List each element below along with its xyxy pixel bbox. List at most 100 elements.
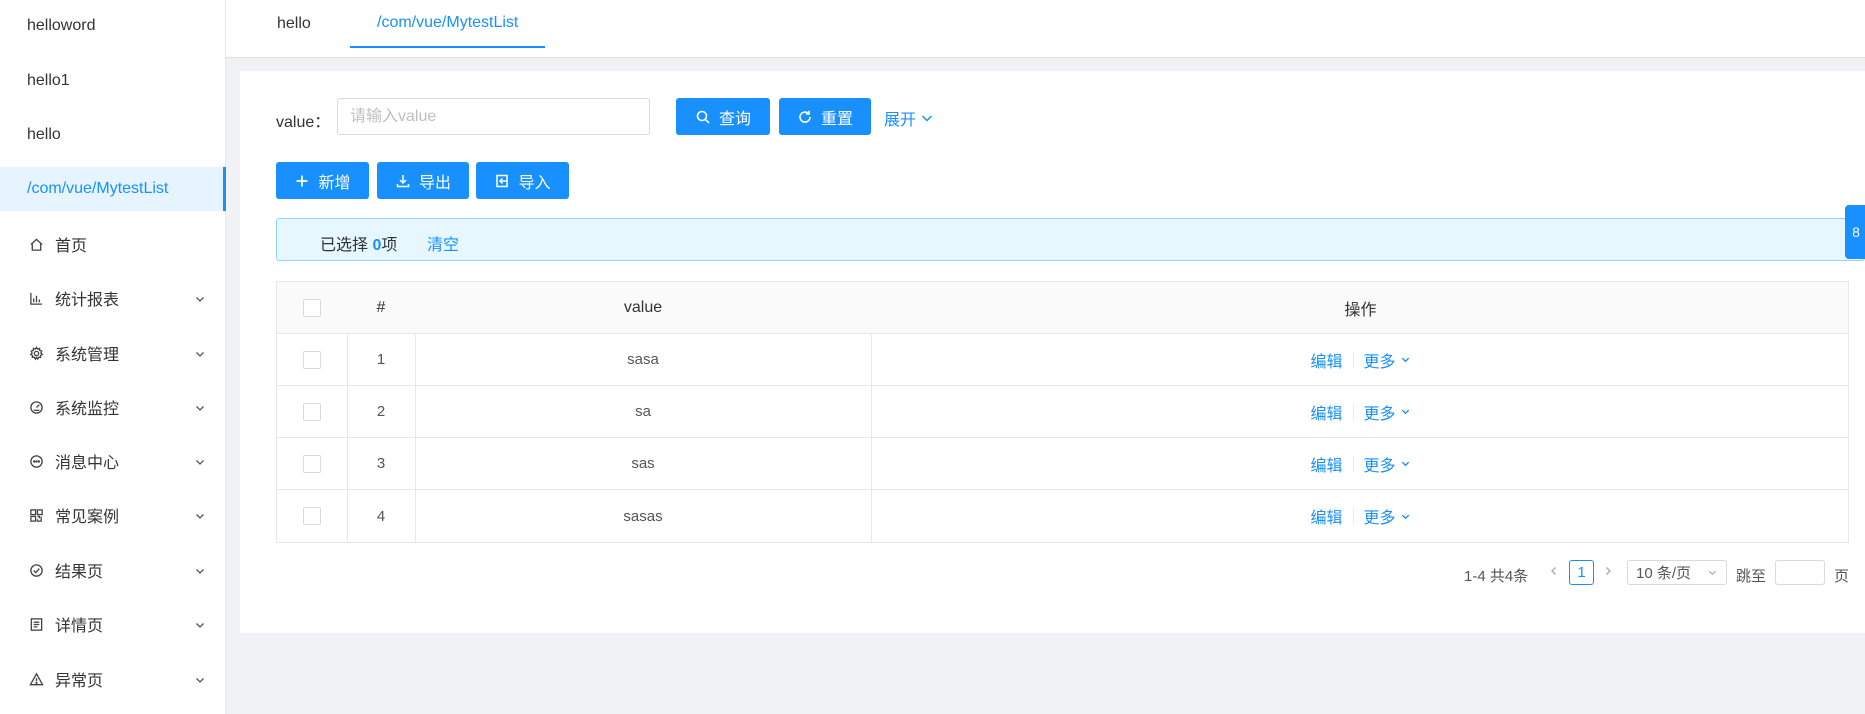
row-value: sa — [635, 403, 651, 420]
chevron-down-icon — [1401, 357, 1409, 363]
sidebar-item-system-management[interactable]: 系统管理 — [0, 331, 226, 375]
data-table: # value 操作 1 sasa 编辑 更多 2 sa 编辑 更多 3 sas… — [276, 281, 1849, 543]
row-index: 1 — [376, 351, 386, 368]
sidebar-item-label: helloword — [27, 17, 96, 34]
more-dropdown[interactable]: 更多 — [1364, 348, 1411, 372]
home-icon — [27, 235, 45, 253]
sidebar-item-hello[interactable]: hello — [0, 113, 226, 157]
sidebar-item-message-center[interactable]: 消息中心 — [0, 439, 226, 483]
jump-page-input[interactable] — [1775, 560, 1825, 585]
sidebar-item-label: 常见案例 — [55, 509, 120, 526]
sidebar-item-label: hello1 — [27, 72, 70, 89]
export-button-label: 导出 — [418, 174, 451, 192]
edit-link[interactable]: 编辑 — [1310, 452, 1342, 476]
query-button-label: 查询 — [718, 110, 751, 128]
jump-label: 跳至 — [1736, 568, 1767, 585]
sidebar-item-system-monitor[interactable]: 系统监控 — [0, 385, 226, 429]
sidebar-item-reports[interactable]: 统计报表 — [0, 276, 226, 320]
select-all-checkbox[interactable] — [303, 298, 321, 317]
sidebar-item-exception-page[interactable]: 异常页 — [0, 657, 226, 701]
floating-settings-button[interactable]: 8 — [1845, 205, 1865, 259]
more-label: 更多 — [1363, 353, 1396, 371]
expand-toggle[interactable]: 展开 — [884, 106, 934, 130]
chevron-left-icon — [1551, 567, 1556, 575]
sidebar-item-mytestlist[interactable]: /com/vue/MytestList — [0, 167, 226, 211]
row-checkbox[interactable] — [303, 507, 321, 525]
sidebar-item-hello1[interactable]: hello1 — [0, 59, 226, 103]
plus-icon — [296, 175, 308, 186]
table-header-row: # value 操作 — [277, 282, 1848, 334]
search-icon — [696, 110, 710, 124]
row-checkbox[interactable] — [303, 350, 321, 369]
row-checkbox[interactable] — [303, 402, 321, 421]
page-1-button[interactable]: 1 — [1569, 560, 1594, 585]
sidebar-item-label: 系统监控 — [55, 401, 120, 418]
clear-selection-link[interactable]: 清空 — [427, 231, 459, 255]
dashboard-icon — [27, 398, 45, 416]
tab-mytestlist[interactable]: /com/vue/MytestList — [350, 0, 546, 48]
pagination-total: 1-4 共4条 — [1464, 568, 1529, 585]
profile-icon — [27, 615, 45, 633]
add-button-label: 新增 — [318, 174, 351, 192]
page-size-select[interactable]: 10 条/页 — [1627, 560, 1727, 585]
row-select-cell — [277, 490, 347, 542]
row-actions-group: 编辑 更多 — [1310, 400, 1410, 424]
chevron-down-icon — [194, 618, 206, 630]
prev-page-button[interactable] — [1548, 565, 1560, 577]
chevron-down-icon — [194, 509, 206, 521]
message-icon — [27, 452, 45, 470]
row-value: sas — [631, 455, 655, 472]
value-search-input[interactable] — [337, 98, 650, 135]
sidebar-item-helloword[interactable]: helloword — [0, 4, 226, 48]
reset-button[interactable]: 重置 — [779, 98, 871, 135]
edit-link[interactable]: 编辑 — [1310, 400, 1342, 424]
more-dropdown[interactable]: 更多 — [1364, 504, 1411, 528]
reload-icon — [799, 110, 811, 123]
sidebar-item-label: 异常页 — [55, 673, 104, 690]
selection-alert: 已选择 0项 清空 — [276, 218, 1865, 261]
row-index: 2 — [376, 403, 386, 420]
edit-link[interactable]: 编辑 — [1310, 348, 1342, 372]
column-header-index: # — [376, 298, 386, 316]
tab-label: /com/vue/MytestList — [377, 14, 519, 31]
column-header-value[interactable]: value — [415, 282, 871, 333]
expand-label: 展开 — [884, 112, 917, 129]
row-checkbox[interactable] — [303, 454, 321, 473]
next-page-button[interactable] — [1602, 565, 1614, 577]
content-card: value： 查询 重置 展开 新增 导出 导入 已选择 0项 清空 # v — [240, 71, 1865, 633]
import-button-label: 导入 — [518, 174, 551, 192]
add-button[interactable]: 新增 — [276, 162, 369, 199]
chevron-down-icon — [1401, 409, 1409, 415]
chevron-down-icon — [194, 292, 206, 304]
column-header-actions: 操作 — [1344, 301, 1377, 319]
page-suffix-label: 页 — [1834, 568, 1850, 585]
row-value: sasa — [627, 351, 659, 368]
sidebar-item-home[interactable]: 首页 — [0, 222, 226, 266]
row-actions: 编辑 更多 — [871, 490, 1850, 542]
warning-icon — [27, 670, 45, 688]
export-button[interactable]: 导出 — [377, 162, 469, 199]
query-button[interactable]: 查询 — [676, 98, 770, 135]
row-select-cell — [277, 386, 347, 437]
chevron-down-icon — [1401, 461, 1409, 467]
more-dropdown[interactable]: 更多 — [1364, 400, 1411, 424]
more-dropdown[interactable]: 更多 — [1364, 452, 1411, 476]
edit-link[interactable]: 编辑 — [1310, 504, 1342, 528]
sidebar-item-result-page[interactable]: 结果页 — [0, 548, 226, 592]
selection-prefix: 已选择 — [320, 237, 373, 254]
divider — [1352, 403, 1354, 420]
select-all-cell — [277, 282, 347, 333]
tab-hello[interactable]: hello — [277, 0, 311, 48]
table-row: 2 sa 编辑 更多 — [277, 386, 1848, 438]
row-select-cell — [277, 334, 347, 385]
sidebar-item-detail-page[interactable]: 详情页 — [0, 602, 226, 646]
row-select-cell — [277, 438, 347, 489]
table-row: 1 sasa 编辑 更多 — [277, 334, 1848, 386]
chevron-down-icon — [194, 401, 206, 413]
row-value: sasas — [623, 507, 663, 525]
sidebar-item-cases[interactable]: 常见案例 — [0, 493, 226, 537]
tab-label: hello — [277, 15, 311, 32]
row-actions: 编辑 更多 — [871, 438, 1850, 489]
import-button[interactable]: 导入 — [476, 162, 569, 199]
sidebar-item-label: hello — [27, 126, 61, 143]
